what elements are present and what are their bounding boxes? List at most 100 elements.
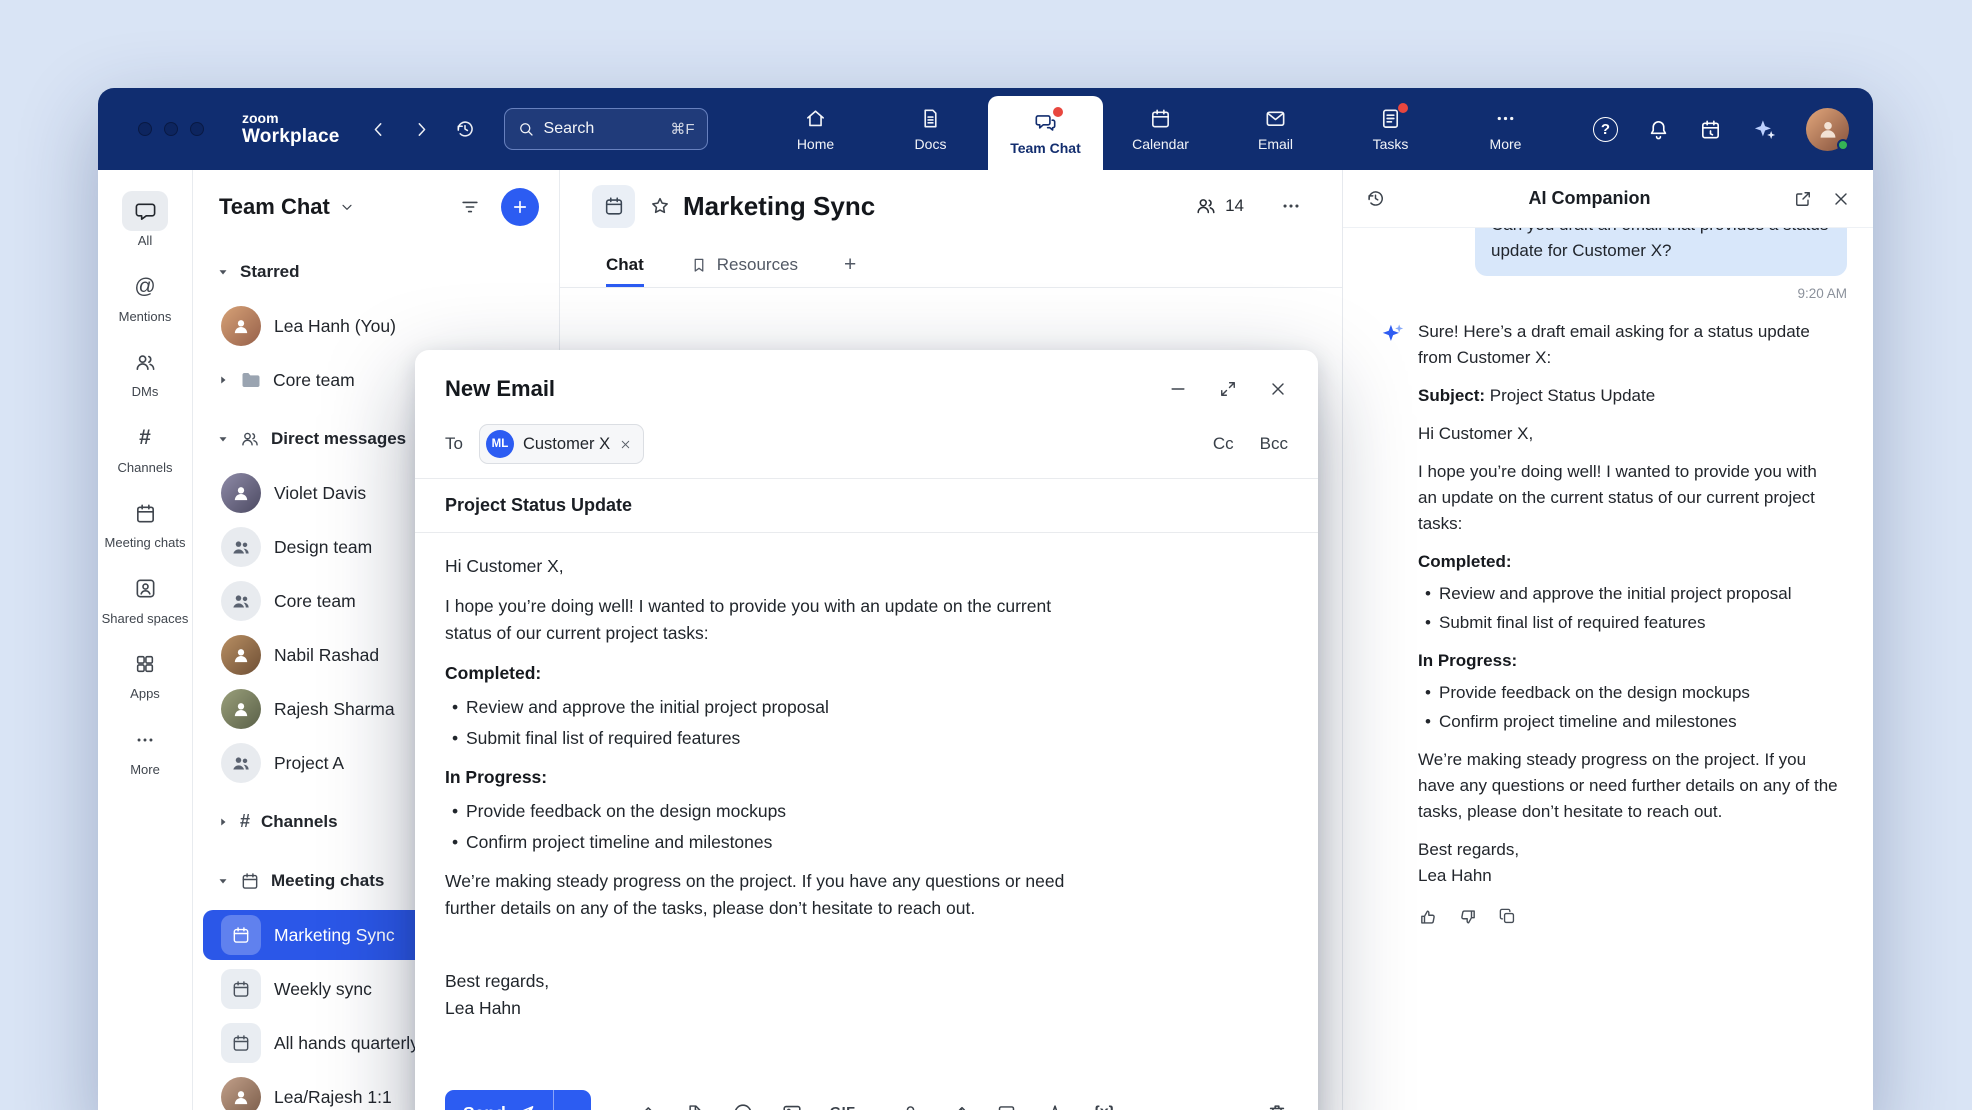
nav-calendar[interactable]: Calendar xyxy=(1103,88,1218,170)
nav-more[interactable]: More xyxy=(1448,88,1563,170)
member-count[interactable]: 14 xyxy=(1195,195,1244,217)
template-icon[interactable] xyxy=(996,1103,1017,1110)
cc-button[interactable]: Cc xyxy=(1213,434,1234,454)
more-options-icon[interactable] xyxy=(1142,1102,1164,1110)
nav-tasks[interactable]: Tasks xyxy=(1333,88,1448,170)
docs-icon xyxy=(919,106,942,130)
ai-companion-icon[interactable] xyxy=(1751,116,1777,142)
copy-icon[interactable] xyxy=(1498,907,1517,927)
attach-file-icon[interactable] xyxy=(684,1103,705,1110)
chat-bubble-icon xyxy=(122,191,168,231)
person-icon xyxy=(1816,117,1840,141)
thumbs-up-icon[interactable] xyxy=(1418,907,1438,927)
subject-field[interactable]: Project Status Update xyxy=(415,479,1318,532)
nav-right-actions: ? xyxy=(1593,88,1849,170)
variables-icon[interactable]: {x} xyxy=(1093,1104,1114,1110)
filter-icon[interactable] xyxy=(459,196,481,218)
group-avatar xyxy=(221,581,261,621)
rail-dms[interactable]: DMs xyxy=(99,333,191,409)
modal-title: New Email xyxy=(445,376,1168,402)
hash-icon: # xyxy=(122,418,168,458)
signature-icon[interactable] xyxy=(635,1102,657,1110)
help-icon[interactable]: ? xyxy=(1593,117,1618,142)
chevron-down-icon[interactable] xyxy=(339,199,355,215)
search-shortcut: ⌘F xyxy=(670,120,694,138)
edit-icon[interactable] xyxy=(948,1103,969,1110)
meeting-calendar-icon xyxy=(240,871,260,891)
send-button[interactable]: Send xyxy=(445,1090,553,1110)
zoom-workplace-window: zoom Workplace Search ⌘F Home Docs xyxy=(98,88,1873,1110)
nav-email[interactable]: Email xyxy=(1218,88,1333,170)
nav-home[interactable]: Home xyxy=(758,88,873,170)
rail-meeting-chats[interactable]: Meeting chats xyxy=(99,484,191,560)
history-icon[interactable] xyxy=(1365,188,1386,209)
nav-team-chat[interactable]: Team Chat xyxy=(988,96,1103,170)
back-button[interactable] xyxy=(368,119,389,140)
minimize-icon[interactable] xyxy=(1168,379,1188,399)
history-icon[interactable] xyxy=(454,118,476,140)
tab-chat[interactable]: Chat xyxy=(606,242,644,287)
email-icon xyxy=(1264,106,1287,130)
email-body-editor[interactable]: Hi Customer X, I hope you’re doing well!… xyxy=(415,533,1115,1072)
traffic-light-zoom[interactable] xyxy=(190,122,204,136)
meeting-chat-avatar xyxy=(221,969,261,1009)
emoji-icon[interactable] xyxy=(732,1102,754,1110)
sidebar-title[interactable]: Team Chat xyxy=(219,194,330,220)
tab-resources[interactable]: Resources xyxy=(690,242,798,287)
search-input[interactable]: Search ⌘F xyxy=(504,108,708,150)
calendar-today-icon[interactable] xyxy=(1699,118,1722,141)
star-icon[interactable] xyxy=(649,195,671,217)
ai-conversation: Can you draft an email that provides a s… xyxy=(1343,228,1873,1110)
avatar xyxy=(221,306,261,346)
rail-all[interactable]: All xyxy=(99,182,191,258)
close-icon[interactable] xyxy=(1831,189,1851,209)
gif-icon[interactable]: GIF xyxy=(830,1105,856,1110)
modal-header: New Email xyxy=(415,350,1318,412)
send-options-button[interactable] xyxy=(553,1090,591,1110)
image-icon[interactable] xyxy=(781,1102,803,1110)
workplace-logo: Workplace xyxy=(242,126,340,147)
subject-label: Subject: xyxy=(1418,386,1485,405)
rail-apps[interactable]: Apps xyxy=(99,635,191,711)
shared-spaces-icon xyxy=(122,569,168,609)
meeting-calendar-icon xyxy=(122,493,168,533)
new-email-modal: New Email To ML Customer X Cc Bcc xyxy=(415,350,1318,1110)
format-icons: GIF {x} xyxy=(635,1102,1164,1110)
profile-avatar[interactable] xyxy=(1806,108,1849,151)
recipient-chip[interactable]: ML Customer X xyxy=(479,424,644,464)
caret-right-icon xyxy=(217,816,229,828)
discard-draft-icon[interactable] xyxy=(1266,1102,1288,1110)
remove-recipient-icon[interactable] xyxy=(619,438,632,451)
close-icon[interactable] xyxy=(1268,379,1288,399)
rail-more[interactable]: More xyxy=(99,711,191,787)
chat-item-lea-hanh[interactable]: Lea Hanh (You) xyxy=(193,299,559,353)
expand-icon[interactable] xyxy=(1218,379,1238,399)
brand-logo: zoom Workplace xyxy=(242,111,340,148)
rail-channels[interactable]: # Channels xyxy=(99,409,191,485)
bcc-button[interactable]: Bcc xyxy=(1260,434,1288,454)
notifications-icon[interactable] xyxy=(1647,118,1670,141)
open-external-icon[interactable] xyxy=(1793,189,1813,209)
lock-icon[interactable] xyxy=(900,1103,921,1110)
ai-compose-icon[interactable] xyxy=(1044,1102,1066,1110)
recipient-row: To ML Customer X Cc Bcc xyxy=(415,412,1318,478)
ai-panel-title: AI Companion xyxy=(1404,188,1775,209)
recipient-avatar: ML xyxy=(486,430,514,458)
app-content: All @ Mentions DMs # Channels Meeting ch… xyxy=(98,170,1873,1110)
new-chat-button[interactable] xyxy=(501,188,539,226)
chat-more-icon[interactable] xyxy=(1280,195,1302,217)
meeting-chat-avatar xyxy=(221,915,261,955)
sidebar-header: Team Chat xyxy=(193,170,559,244)
traffic-light-minimize[interactable] xyxy=(164,122,178,136)
nav-docs[interactable]: Docs xyxy=(873,88,988,170)
forward-button[interactable] xyxy=(411,119,432,140)
section-starred[interactable]: Starred xyxy=(193,244,559,299)
bookmark-icon xyxy=(690,256,708,274)
rail-shared-spaces[interactable]: Shared spaces xyxy=(99,560,191,636)
thumbs-down-icon[interactable] xyxy=(1458,907,1478,927)
traffic-light-close[interactable] xyxy=(138,122,152,136)
ai-sparkle-icon xyxy=(1379,321,1405,889)
rail-mentions[interactable]: @ Mentions xyxy=(99,258,191,334)
add-tab-button[interactable]: + xyxy=(844,242,856,287)
chat-tabs: Chat Resources + xyxy=(560,242,1342,288)
